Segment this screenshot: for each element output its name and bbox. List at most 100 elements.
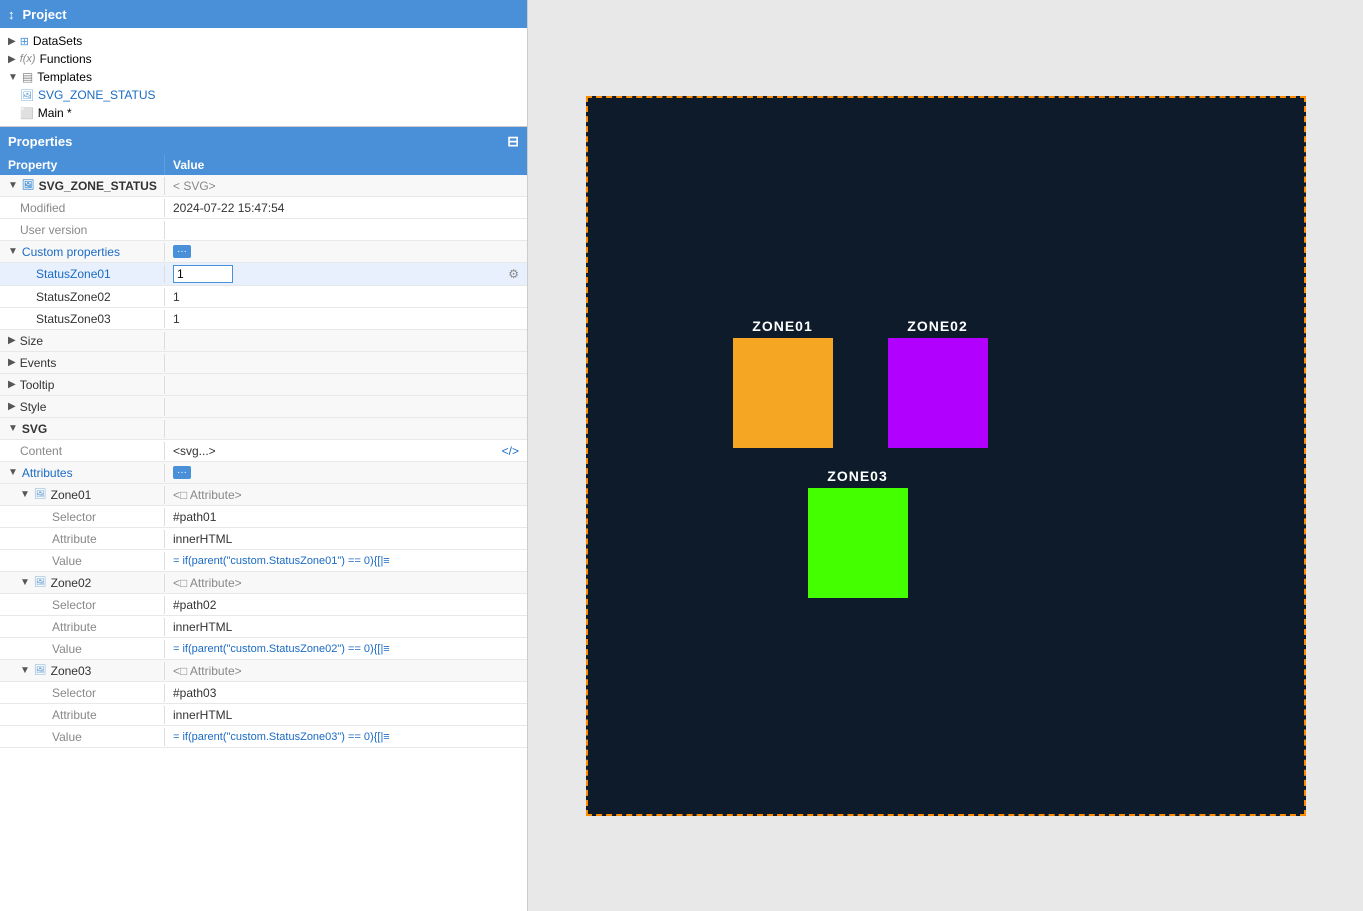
prop-row-svgzonestatus[interactable]: ▼ 🖼 SVG_ZONE_STATUS < SVG> bbox=[0, 175, 527, 197]
prop-row-attributes[interactable]: ▼ Attributes ··· bbox=[0, 462, 527, 484]
prop-row-zone01-value: Value = if(parent("custom.StatusZone01")… bbox=[0, 550, 527, 572]
prop-row-zone02[interactable]: ▼ 🖼 Zone02 <□ Attribute> bbox=[0, 572, 527, 594]
collapse-icon[interactable]: ⊟ bbox=[507, 133, 519, 150]
expand-style: ▶ bbox=[8, 401, 16, 412]
prop-key-zone01-attribute: Attribute bbox=[0, 530, 165, 548]
expand-tooltip: ▶ bbox=[8, 379, 16, 390]
prop-row-zone03-selector: Selector #path03 bbox=[0, 682, 527, 704]
prop-key-zone02-attribute: Attribute bbox=[0, 618, 165, 636]
prop-row-zone03-attribute: Attribute innerHTML bbox=[0, 704, 527, 726]
zone01-icon: 🖼 bbox=[34, 489, 47, 500]
prop-row-statuszone02[interactable]: StatusZone02 1 bbox=[0, 286, 527, 308]
prop-val-zone03-value[interactable]: = if(parent("custom.StatusZone03") == 0)… bbox=[165, 729, 527, 745]
templates-label: Templates bbox=[37, 70, 92, 84]
prop-key-content: Content bbox=[0, 442, 165, 460]
functions-label: Functions bbox=[40, 52, 92, 66]
customprops-label: Custom properties bbox=[22, 245, 120, 259]
svgzonestatus-label: SVG_ZONE_STATUS bbox=[39, 179, 157, 193]
prop-val-zone03: <□ Attribute> bbox=[165, 662, 527, 680]
prop-row-zone03[interactable]: ▼ 🖼 Zone03 <□ Attribute> bbox=[0, 660, 527, 682]
expand-attributes: ▼ bbox=[8, 467, 18, 478]
prop-row-statuszone01[interactable]: StatusZone01 ⚙ bbox=[0, 263, 527, 286]
properties-title: Properties bbox=[8, 134, 72, 149]
prop-key-zone03-attribute: Attribute bbox=[0, 706, 165, 724]
tree-item-functions[interactable]: ▶ f(x) Functions bbox=[0, 50, 527, 68]
prop-key-zone02-value: Value bbox=[0, 640, 165, 658]
prop-row-zone01-selector: Selector #path01 bbox=[0, 506, 527, 528]
tree-item-datasets[interactable]: ▶ ⊞ DataSets bbox=[0, 32, 527, 50]
datasets-label: DataSets bbox=[33, 34, 82, 48]
prop-val-zone02-value[interactable]: = if(parent("custom.StatusZone02") == 0)… bbox=[165, 641, 527, 657]
svgzonestatus-icon: 🖼 bbox=[22, 180, 35, 191]
code-icon-content[interactable]: </> bbox=[502, 444, 519, 458]
zone02-icon: 🖼 bbox=[34, 577, 47, 588]
prop-val-attributes[interactable]: ··· bbox=[165, 464, 527, 481]
prop-row-statuszone03[interactable]: StatusZone03 1 bbox=[0, 308, 527, 330]
tree-item-svg-zone-status[interactable]: 🖼 SVG_ZONE_STATUS bbox=[0, 86, 527, 104]
prop-val-zone03-attribute: innerHTML bbox=[165, 706, 527, 724]
expand-size: ▶ bbox=[8, 335, 16, 346]
prop-key-customprops: ▼ Custom properties bbox=[0, 243, 165, 261]
prop-row-size[interactable]: ▶ Size bbox=[0, 330, 527, 352]
prop-val-statuszone03: 1 bbox=[165, 310, 527, 328]
prop-key-userversion: User version bbox=[0, 221, 165, 239]
prop-row-customprops[interactable]: ▼ Custom properties ··· bbox=[0, 241, 527, 263]
prop-val-statuszone02: 1 bbox=[165, 288, 527, 306]
main-label: Main * bbox=[38, 106, 72, 120]
prop-val-svgzonestatus: < SVG> bbox=[165, 177, 527, 195]
prop-key-svg: ▼ SVG bbox=[0, 420, 165, 438]
prop-key-modified: Modified bbox=[0, 199, 165, 217]
prop-key-zone03: ▼ 🖼 Zone03 bbox=[0, 662, 165, 680]
prop-row-events[interactable]: ▶ Events bbox=[0, 352, 527, 374]
prop-key-zone01-value: Value bbox=[0, 552, 165, 570]
prop-key-events: ▶ Events bbox=[0, 354, 165, 372]
prop-key-statuszone01: StatusZone01 bbox=[0, 265, 165, 283]
prop-val-zone03-selector: #path03 bbox=[165, 684, 527, 702]
sort-icon[interactable]: ↕ bbox=[8, 7, 15, 22]
prop-val-content[interactable]: <svg...> </> bbox=[165, 442, 527, 460]
prop-key-statuszone02: StatusZone02 bbox=[0, 288, 165, 306]
properties-header: Properties ⊟ bbox=[0, 127, 527, 155]
prop-row-tooltip[interactable]: ▶ Tooltip bbox=[0, 374, 527, 396]
prop-row-userversion: User version bbox=[0, 219, 527, 241]
prop-row-zone01[interactable]: ▼ 🖼 Zone01 <□ Attribute> bbox=[0, 484, 527, 506]
prop-val-zone02-attribute: innerHTML bbox=[165, 618, 527, 636]
prop-val-svg bbox=[165, 427, 527, 431]
prop-key-svgzonestatus: ▼ 🖼 SVG_ZONE_STATUS bbox=[0, 177, 165, 195]
prop-val-size bbox=[165, 339, 527, 343]
prop-row-zone03-value: Value = if(parent("custom.StatusZone03")… bbox=[0, 726, 527, 748]
expand-arrow-datasets: ▶ bbox=[8, 36, 16, 47]
prop-val-style bbox=[165, 405, 527, 409]
prop-row-svg[interactable]: ▼ SVG bbox=[0, 418, 527, 440]
zone03-container: ZONE03 bbox=[808, 468, 908, 598]
prop-key-style: ▶ Style bbox=[0, 398, 165, 416]
prop-val-zone02-selector: #path02 bbox=[165, 596, 527, 614]
tree-item-templates[interactable]: ▼ ▤ Templates bbox=[0, 68, 527, 86]
main-icon: ⬜ bbox=[20, 107, 34, 120]
expand-customprops: ▼ bbox=[8, 246, 18, 257]
prop-row-content: Content <svg...> </> bbox=[0, 440, 527, 462]
prop-val-zone01-value[interactable]: = if(parent("custom.StatusZone01") == 0)… bbox=[165, 553, 527, 569]
datasets-icon: ⊞ bbox=[20, 35, 29, 48]
prop-val-customprops[interactable]: ··· bbox=[165, 243, 527, 260]
templates-icon: ▤ bbox=[22, 70, 33, 84]
prop-key-zone01: ▼ 🖼 Zone01 bbox=[0, 486, 165, 504]
prop-val-userversion bbox=[165, 228, 527, 232]
prop-key-zone02-selector: Selector bbox=[0, 596, 165, 614]
prop-val-statuszone01[interactable]: ⚙ bbox=[165, 263, 527, 285]
prop-key-attributes: ▼ Attributes bbox=[0, 464, 165, 482]
tree-item-main[interactable]: ⬜ Main * bbox=[0, 104, 527, 122]
customprops-add-btn[interactable]: ··· bbox=[173, 245, 191, 258]
gear-icon-statuszone01[interactable]: ⚙ bbox=[508, 267, 519, 281]
attributes-add-btn[interactable]: ··· bbox=[173, 466, 191, 479]
prop-col-headers: Property Value bbox=[0, 155, 527, 175]
expand-zone02: ▼ bbox=[20, 577, 30, 588]
statuszone01-input[interactable] bbox=[173, 265, 233, 283]
prop-row-style[interactable]: ▶ Style bbox=[0, 396, 527, 418]
zone02-label: ZONE02 bbox=[907, 318, 967, 334]
properties-panel: Properties ⊟ Property Value ▼ 🖼 SVG_ZONE… bbox=[0, 127, 527, 911]
prop-val-modified: 2024-07-22 15:47:54 bbox=[165, 199, 527, 217]
canvas-frame[interactable]: ZONE01 ZONE02 ZONE03 bbox=[586, 96, 1306, 816]
zone01-box bbox=[733, 338, 833, 448]
zone03-box bbox=[808, 488, 908, 598]
